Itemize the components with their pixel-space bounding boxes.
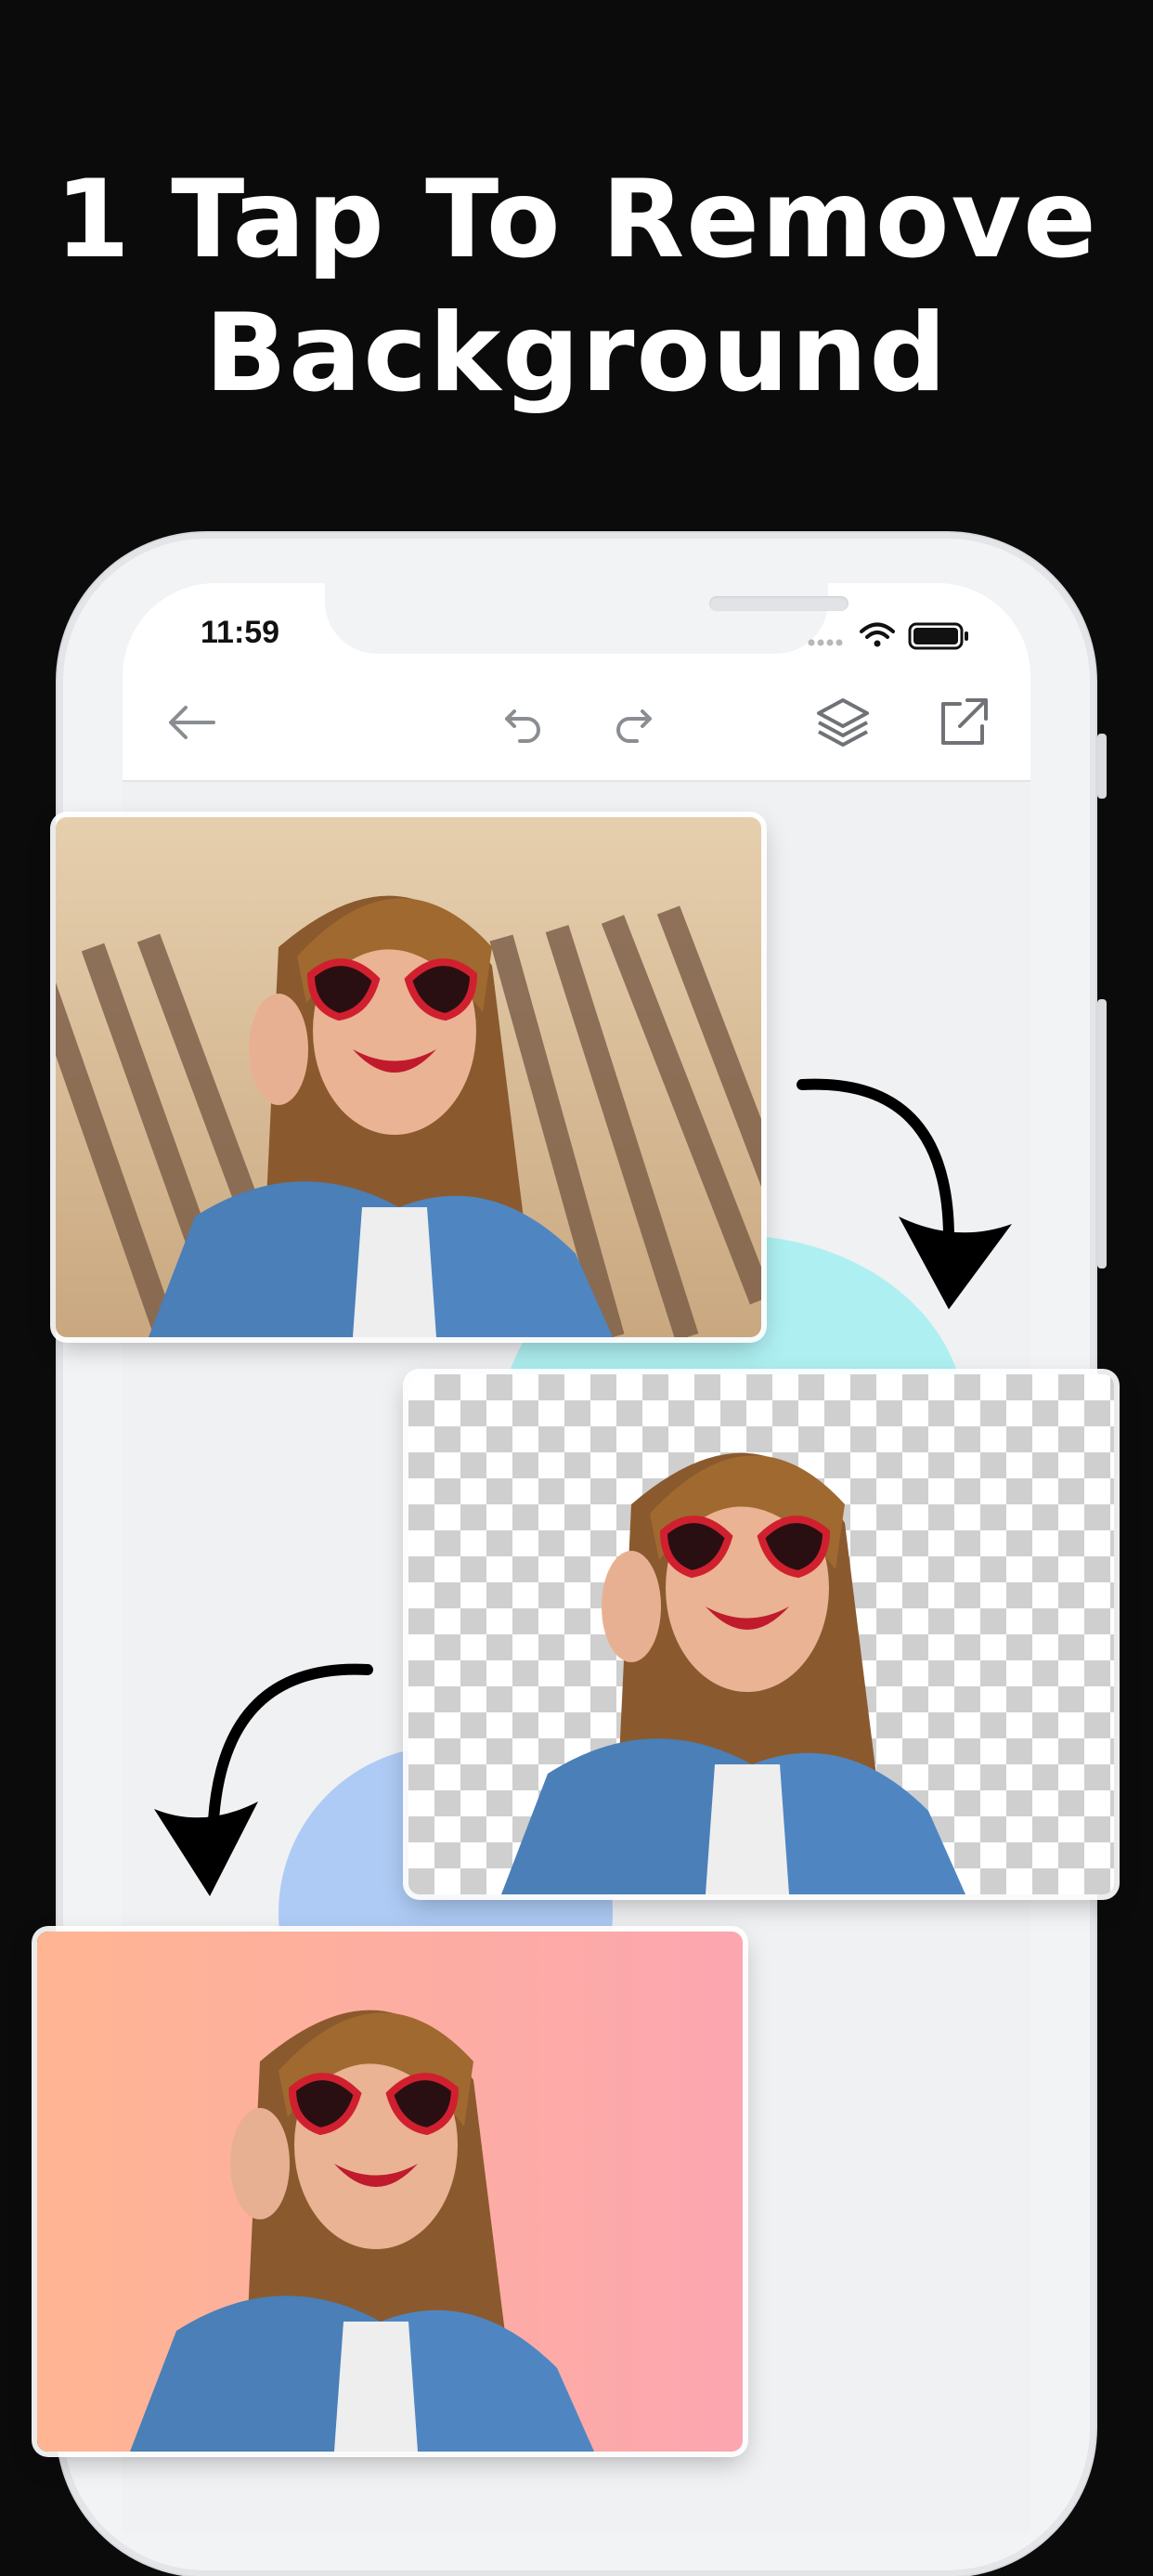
person-figure-cutout [501,1452,965,1894]
status-time: 11:59 [201,615,280,650]
speaker [709,596,849,611]
editor-top-bar: 11:59 [123,583,1030,782]
status-icons [808,622,968,650]
back-arrow-icon[interactable] [162,693,221,752]
layers-icon[interactable] [813,693,873,752]
original-photo [56,817,761,1337]
curved-arrow-icon [797,1078,1012,1309]
wifi-icon [860,622,895,647]
phone-side-button [1097,999,1107,1268]
battery-icon [908,622,968,650]
new-background-photo [37,1932,743,2452]
phone-side-button-small [1097,734,1107,799]
notch [325,583,849,654]
background-removed-photo [408,1374,1114,1894]
redo-icon[interactable] [603,693,663,752]
headline-line-2: Background [204,291,949,416]
share-icon[interactable] [934,693,993,752]
undo-icon[interactable] [494,693,553,752]
headline: 1 Tap To Remove Background [0,153,1153,421]
headline-line-1: 1 Tap To Remove [55,157,1098,282]
signal-dots-icon [808,639,843,646]
curved-arrow-icon-2 [154,1663,373,1896]
